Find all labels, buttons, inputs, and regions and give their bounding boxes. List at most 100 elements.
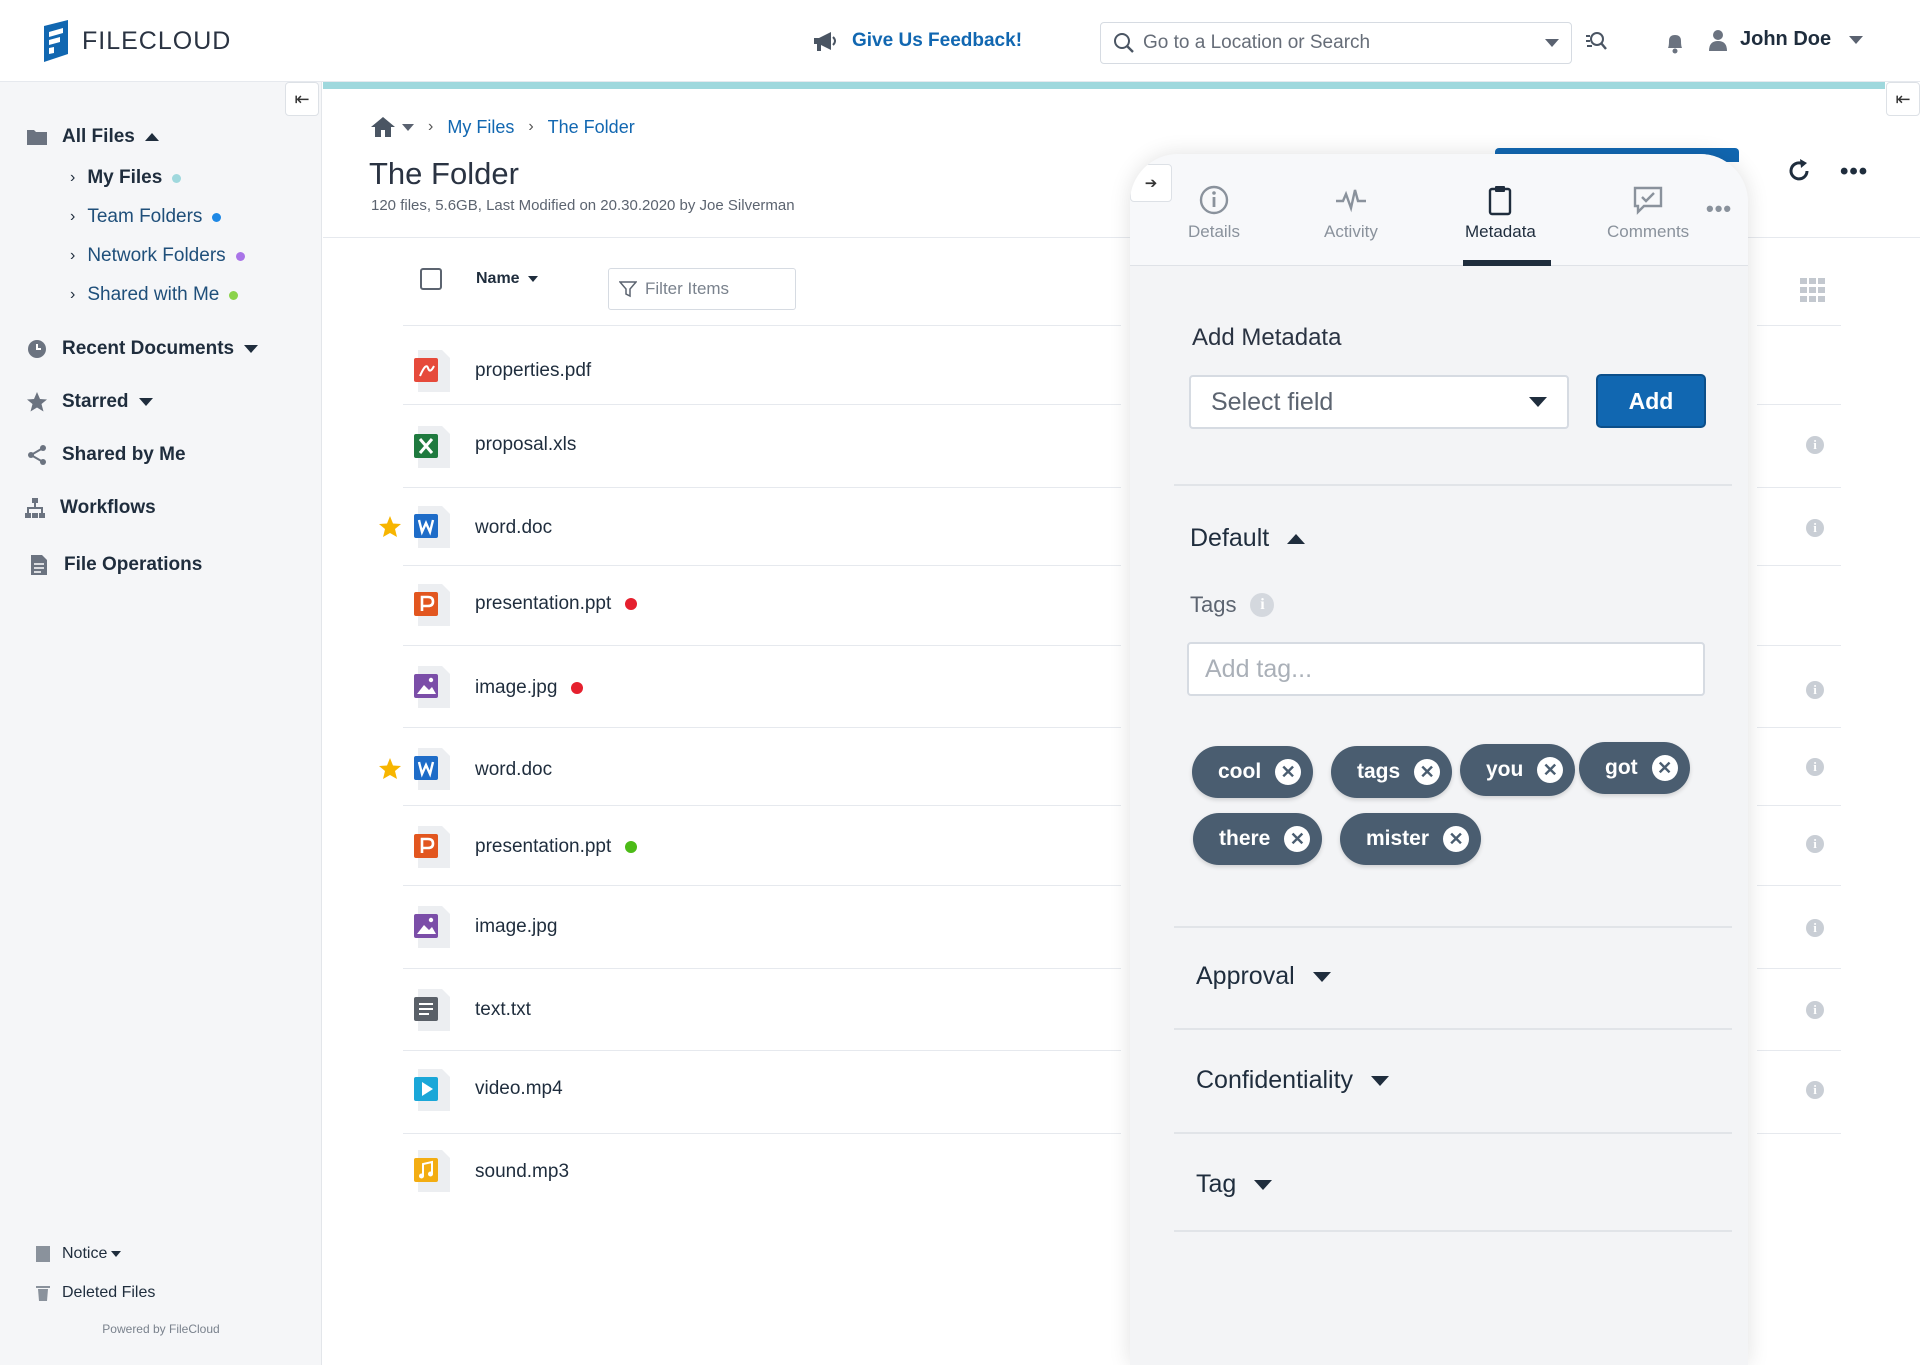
chevron-down-icon[interactable] (1545, 39, 1559, 47)
file-name[interactable]: word.doc (475, 759, 552, 781)
filter-box[interactable] (608, 268, 796, 310)
more-options-icon[interactable]: ••• (1840, 158, 1868, 186)
tab-details[interactable]: Details (1188, 184, 1240, 242)
filecloud-logo[interactable]: FILECLOUD (40, 20, 231, 62)
star-icon[interactable] (378, 757, 402, 781)
file-name-text: proposal.xls (475, 434, 577, 455)
filter-input[interactable] (645, 279, 785, 299)
file-name[interactable]: properties.pdf (475, 360, 591, 382)
chevron-down-icon (138, 398, 153, 406)
file-name-text: image.jpg (475, 677, 558, 698)
file-name[interactable]: text.txt (475, 999, 531, 1021)
user-menu[interactable]: John Doe (1708, 28, 1864, 51)
divider (1174, 1028, 1732, 1030)
row-divider (403, 325, 1121, 326)
divider (1174, 484, 1732, 486)
sidebar-item-label: My Files (87, 167, 163, 188)
remove-tag-icon[interactable]: ✕ (1537, 757, 1564, 783)
sidebar-item-my-files[interactable]: › My Files (70, 167, 182, 189)
status-dot (235, 251, 245, 261)
file-name[interactable]: image.jpg (475, 916, 557, 938)
row-divider (1757, 325, 1841, 326)
divider (1174, 1132, 1732, 1134)
sidebar-item-deleted-files[interactable]: Deleted Files (36, 1284, 155, 1302)
row-divider (403, 885, 1121, 886)
section-default[interactable]: Default (1190, 524, 1306, 553)
remove-tag-icon[interactable]: ✕ (1443, 826, 1470, 852)
location-search[interactable] (1100, 22, 1572, 64)
sidebar-item-file-operations[interactable]: File Operations (28, 554, 202, 576)
feedback-link[interactable]: Give Us Feedback! (812, 30, 1022, 52)
remove-tag-icon[interactable]: ✕ (1275, 759, 1302, 785)
advanced-search-icon[interactable] (1584, 30, 1608, 54)
info-icon[interactable]: i (1806, 436, 1824, 454)
sidebar-item-shared-with-me[interactable]: › Shared with Me (70, 284, 239, 306)
breadcrumb-item-the-folder[interactable]: The Folder (548, 117, 635, 138)
audio-file-icon (414, 1150, 450, 1192)
add-tag-input[interactable] (1187, 642, 1705, 696)
sort-caret-icon (527, 276, 538, 282)
user-name: John Doe (1740, 28, 1832, 50)
tab-metadata[interactable]: Metadata (1465, 184, 1536, 242)
star-icon[interactable] (378, 515, 402, 539)
chevron-down-icon[interactable] (402, 123, 414, 131)
sidebar-item-shared-by-me[interactable]: Shared by Me (26, 444, 186, 466)
select-all-checkbox[interactable] (420, 268, 442, 290)
file-name[interactable]: image.jpg (475, 677, 584, 699)
sidebar-item-workflows[interactable]: Workflows (24, 497, 156, 519)
file-name[interactable]: proposal.xls (475, 434, 576, 456)
info-icon[interactable]: i (1806, 681, 1824, 699)
section-approval[interactable]: Approval (1196, 962, 1331, 991)
file-name[interactable]: presentation.ppt (475, 836, 638, 858)
info-icon[interactable]: i (1806, 1001, 1824, 1019)
select-field-dropdown[interactable]: Select field (1189, 375, 1569, 429)
file-name[interactable]: video.mp4 (475, 1078, 563, 1100)
bell-icon[interactable] (1664, 32, 1686, 54)
search-input[interactable] (1143, 32, 1545, 54)
megaphone-icon (814, 32, 836, 51)
add-metadata-button[interactable]: Add (1596, 374, 1706, 428)
tag-chip-label: there (1219, 827, 1271, 850)
file-name[interactable]: sound.mp3 (475, 1161, 569, 1183)
row-divider (1757, 1050, 1841, 1051)
info-icon[interactable]: i (1806, 919, 1824, 937)
info-icon[interactable]: i (1806, 1081, 1824, 1099)
sidebar-item-all-files[interactable]: All Files (26, 126, 159, 148)
status-dot (625, 598, 638, 610)
sidebar-item-starred[interactable]: Starred (26, 391, 153, 413)
info-icon[interactable]: i (1250, 593, 1275, 617)
sort-by-name[interactable]: Name (476, 270, 538, 288)
sidebar-item-label: Deleted Files (62, 1284, 156, 1301)
grid-view-icon[interactable] (1800, 278, 1826, 302)
info-icon[interactable]: i (1806, 519, 1824, 537)
clock-icon (28, 340, 46, 358)
sidebar-item-team-folders[interactable]: › Team Folders (70, 206, 222, 228)
collapse-panel-button[interactable]: ➔ (1130, 164, 1172, 202)
sidebar-item-network-folders[interactable]: › Network Folders (70, 245, 245, 267)
remove-tag-icon[interactable]: ✕ (1284, 826, 1311, 852)
tab-activity[interactable]: Activity (1324, 184, 1378, 242)
section-tag[interactable]: Tag (1196, 1170, 1273, 1199)
collapse-sidebar-button[interactable]: ⇤ (285, 82, 319, 116)
file-name[interactable]: presentation.ppt (475, 593, 638, 615)
more-options-icon[interactable]: ••• (1706, 196, 1732, 222)
section-confidentiality[interactable]: Confidentiality (1196, 1066, 1390, 1095)
sidebar-item-notice[interactable]: Notice (36, 1245, 122, 1263)
tab-comments[interactable]: Comments (1607, 184, 1689, 242)
sidebar-item-label: Shared with Me (87, 284, 220, 305)
remove-tag-icon[interactable]: ✕ (1651, 755, 1678, 781)
row-divider (403, 645, 1121, 646)
breadcrumb-item-my-files[interactable]: My Files (447, 117, 514, 138)
chevron-right-icon: › (70, 247, 76, 264)
file-name[interactable]: word.doc (475, 517, 552, 539)
sidebar-item-recent-documents[interactable]: Recent Documents (26, 338, 259, 360)
expand-panel-button[interactable]: ⇤ (1886, 82, 1920, 116)
remove-tag-icon[interactable]: ✕ (1414, 759, 1441, 785)
chevron-down-icon (1254, 1179, 1273, 1190)
info-icon[interactable]: i (1806, 835, 1824, 853)
refresh-icon[interactable] (1786, 158, 1812, 184)
info-icon[interactable]: i (1806, 758, 1824, 776)
chevron-up-icon (1287, 533, 1306, 544)
home-icon[interactable] (370, 116, 396, 138)
page-title: The Folder (369, 156, 519, 191)
